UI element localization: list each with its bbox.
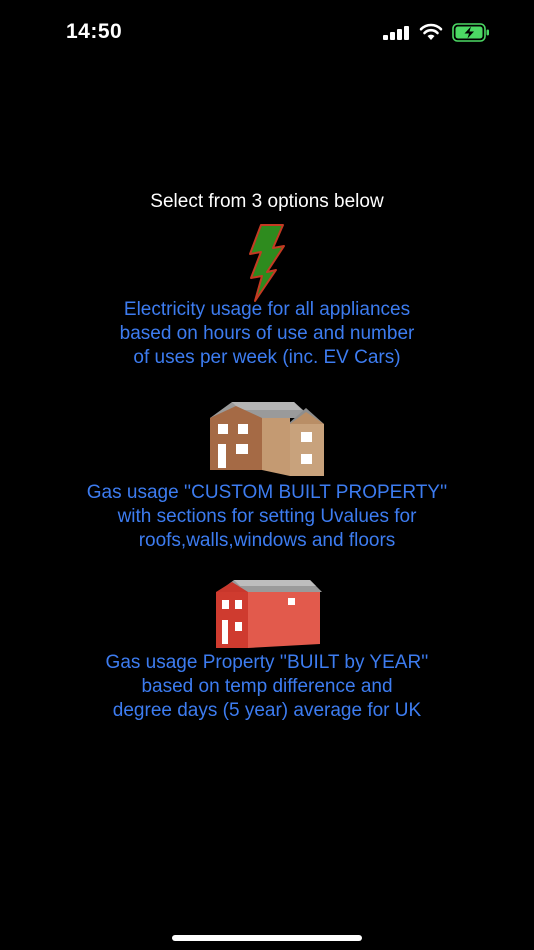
electricity-usage-option[interactable]: Electricity usage for all appliances bas… <box>0 224 534 374</box>
built-by-year-option-text: Gas usage Property ''BUILT by YEAR'' bas… <box>105 652 429 721</box>
red-house-icon <box>216 580 322 648</box>
status-bar: 14:50 <box>0 0 534 62</box>
wifi-icon <box>419 23 443 40</box>
battery-charging-icon <box>452 23 489 42</box>
electricity-option-text: Electricity usage for all appliances bas… <box>119 299 415 368</box>
app-screen: 14:50 Select from 3 options below Electr… <box>0 0 534 950</box>
brown-house-icon <box>210 402 324 476</box>
custom-built-option-text: Gas usage ''CUSTOM BUILT PROPERTY'' with… <box>86 482 448 551</box>
built-by-year-option[interactable]: Gas usage Property ''BUILT by YEAR'' bas… <box>0 578 534 728</box>
lightning-bolt-icon <box>249 224 285 302</box>
status-time: 14:50 <box>66 20 123 43</box>
custom-built-property-option[interactable]: Gas usage ''CUSTOM BUILT PROPERTY'' with… <box>0 400 534 555</box>
home-indicator[interactable] <box>172 935 362 941</box>
cellular-signal-icon <box>383 26 409 40</box>
instruction-heading: Select from 3 options below <box>150 191 384 212</box>
